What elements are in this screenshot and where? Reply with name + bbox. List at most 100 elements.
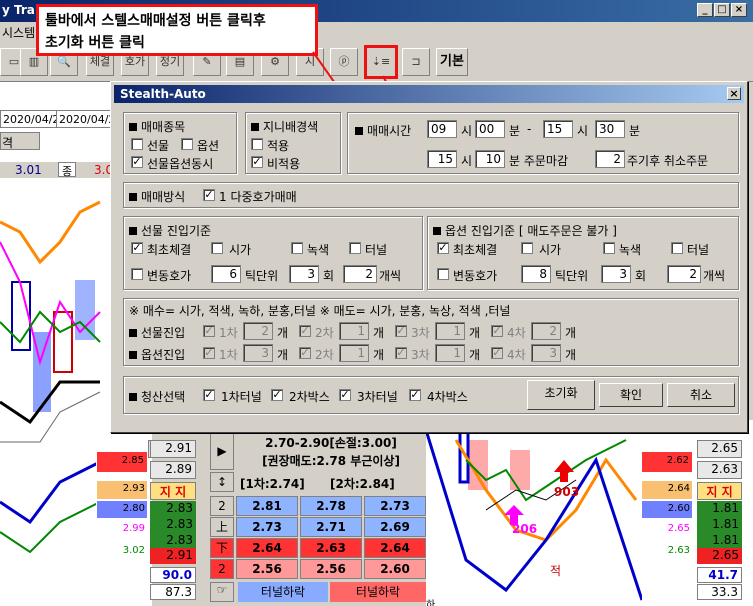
fut-open-checkbox[interactable]	[211, 242, 223, 254]
end-minute-input[interactable]: 30	[595, 120, 625, 138]
step-checkbox[interactable]: ✓	[299, 325, 311, 337]
bg-apply-label: 적용	[267, 139, 290, 153]
step-checkbox[interactable]: ✓	[395, 347, 407, 359]
end-minute-label: 분	[629, 124, 641, 138]
opt-first-fill-checkbox[interactable]: ✓	[437, 242, 449, 254]
opt-tunnel-label: 터널	[687, 243, 710, 257]
step-qty-input[interactable]: 2	[531, 322, 561, 340]
cycle-label: 주기후 취소주문	[627, 154, 709, 168]
reset-button[interactable]: 초기화	[527, 380, 595, 410]
close-hour-input[interactable]: 15	[427, 150, 457, 168]
step-label: 4차	[507, 326, 526, 340]
step-unit-label: 개	[469, 326, 481, 340]
fut-qty-label: 개씩	[379, 269, 402, 283]
step-unit-label: 개	[565, 326, 577, 340]
futures-entry-row-label: 선물진입	[129, 324, 185, 341]
step-label: 1차	[219, 326, 238, 340]
start-hour-input[interactable]: 09	[427, 120, 457, 138]
dialog-close-button[interactable]: ×	[727, 87, 741, 100]
fut-count-label: 회	[323, 269, 335, 283]
fut-tick-input[interactable]: 6	[211, 265, 241, 283]
futures-options-both-checkbox[interactable]: ✓	[131, 156, 143, 168]
fut-variable-hoga-label: 변동호가	[147, 269, 192, 283]
step-qty-input[interactable]: 3	[531, 344, 561, 362]
opt-green-checkbox[interactable]	[603, 242, 615, 254]
opt-open-label: 시가	[539, 243, 562, 257]
ok-button[interactable]: 확인	[599, 383, 663, 407]
trade-item-title: 매매종목	[129, 118, 185, 135]
exit-3rd-tunnel-label: 3차터널	[357, 390, 398, 404]
opt-variable-hoga-checkbox[interactable]	[437, 268, 449, 280]
fut-first-fill-checkbox[interactable]: ✓	[131, 242, 143, 254]
exit-1st-tunnel-label: 1차터널	[221, 390, 262, 404]
step-unit-label: 개	[565, 348, 577, 362]
cancel-button[interactable]: 취소	[667, 383, 735, 407]
step-unit-label: 개	[277, 326, 289, 340]
step-checkbox[interactable]: ✓	[203, 325, 215, 337]
step-label: 4차	[507, 348, 526, 362]
step-checkbox[interactable]: ✓	[299, 347, 311, 359]
futures-entry-title: 선물 진입기준	[129, 222, 211, 239]
exit-4th-box-checkbox[interactable]: ✓	[409, 389, 421, 401]
group-trade-method	[123, 182, 739, 208]
bg-not-apply-checkbox[interactable]: ✓	[251, 156, 263, 168]
exit-2nd-box-label: 2차박스	[289, 390, 330, 404]
fut-qty-input[interactable]: 2	[343, 265, 377, 283]
opt-first-fill-label: 최초체결	[453, 243, 498, 257]
step-checkbox[interactable]: ✓	[203, 347, 215, 359]
options-checkbox[interactable]	[181, 138, 193, 150]
opt-variable-hoga-label: 변동호가	[453, 269, 498, 283]
step-qty-input[interactable]: 2	[243, 322, 273, 340]
step-checkbox[interactable]: ✓	[491, 325, 503, 337]
fut-tunnel-checkbox[interactable]	[349, 242, 361, 254]
bg-apply-checkbox[interactable]	[251, 138, 263, 150]
opt-qty-label: 개씩	[703, 269, 726, 283]
opt-tick-label: 틱단위	[555, 269, 589, 283]
opt-qty-input[interactable]: 2	[667, 265, 701, 283]
step-label: 3차	[411, 348, 430, 362]
step-label: 3차	[411, 326, 430, 340]
stealth-auto-dialog: Stealth-Auto × 매매종목 선물 옵션 ✓ 선물옵션동시 지니배경색…	[110, 81, 748, 433]
futures-checkbox[interactable]	[131, 138, 143, 150]
fut-green-checkbox[interactable]	[291, 242, 303, 254]
step-label: 1차	[219, 348, 238, 362]
bg-not-apply-label: 비적용	[267, 157, 301, 171]
start-minute-input[interactable]: 00	[475, 120, 505, 138]
opt-count-input[interactable]: 3	[601, 265, 631, 283]
step-checkbox[interactable]: ✓	[491, 347, 503, 359]
step-qty-input[interactable]: 1	[339, 322, 369, 340]
step-qty-input[interactable]: 1	[435, 322, 465, 340]
exit-3rd-tunnel-checkbox[interactable]: ✓	[339, 389, 351, 401]
step-label: 2차	[315, 326, 334, 340]
options-entry-title: 옵션 진입기준 [ 매도주문은 불가 ]	[433, 222, 617, 239]
step-qty-input[interactable]: 1	[435, 344, 465, 362]
dialog-titlebar: Stealth-Auto ×	[114, 85, 744, 103]
step-qty-input[interactable]: 1	[339, 344, 369, 362]
fut-tunnel-label: 터널	[365, 243, 388, 257]
fut-first-fill-label: 최초체결	[147, 243, 192, 257]
fut-variable-hoga-checkbox[interactable]	[131, 268, 143, 280]
opt-green-label: 녹색	[619, 243, 642, 257]
fut-open-label: 시가	[229, 243, 252, 257]
start-minute-label: 분	[509, 124, 521, 138]
end-hour-input[interactable]: 15	[543, 120, 573, 138]
exit-select-title: 청산선택	[129, 388, 185, 405]
opt-open-checkbox[interactable]	[521, 242, 533, 254]
fut-count-input[interactable]: 3	[289, 265, 319, 283]
exit-1st-tunnel-checkbox[interactable]: ✓	[203, 389, 215, 401]
order-close-label: 분 주문마감	[509, 154, 569, 168]
multi-hoga-checkbox[interactable]: ✓	[203, 189, 215, 201]
buy-sell-note: ※ 매수= 시가, 적색, 녹하, 분홍,터널 ※ 매도= 시가, 분홍, 녹상…	[129, 304, 511, 318]
fut-green-label: 녹색	[307, 243, 330, 257]
cycle-input[interactable]: 2	[595, 150, 625, 168]
step-checkbox[interactable]: ✓	[395, 325, 407, 337]
fut-tick-label: 틱단위	[245, 269, 279, 283]
exit-2nd-box-checkbox[interactable]: ✓	[271, 389, 283, 401]
step-qty-input[interactable]: 3	[243, 344, 273, 362]
opt-tunnel-checkbox[interactable]	[671, 242, 683, 254]
start-hour-label: 시	[461, 124, 473, 138]
multi-hoga-label: 1 다중호가매매	[219, 190, 297, 204]
close-minute-input[interactable]: 10	[475, 150, 505, 168]
opt-tick-input[interactable]: 8	[521, 265, 551, 283]
trade-time-title: 매매시간	[355, 122, 411, 139]
